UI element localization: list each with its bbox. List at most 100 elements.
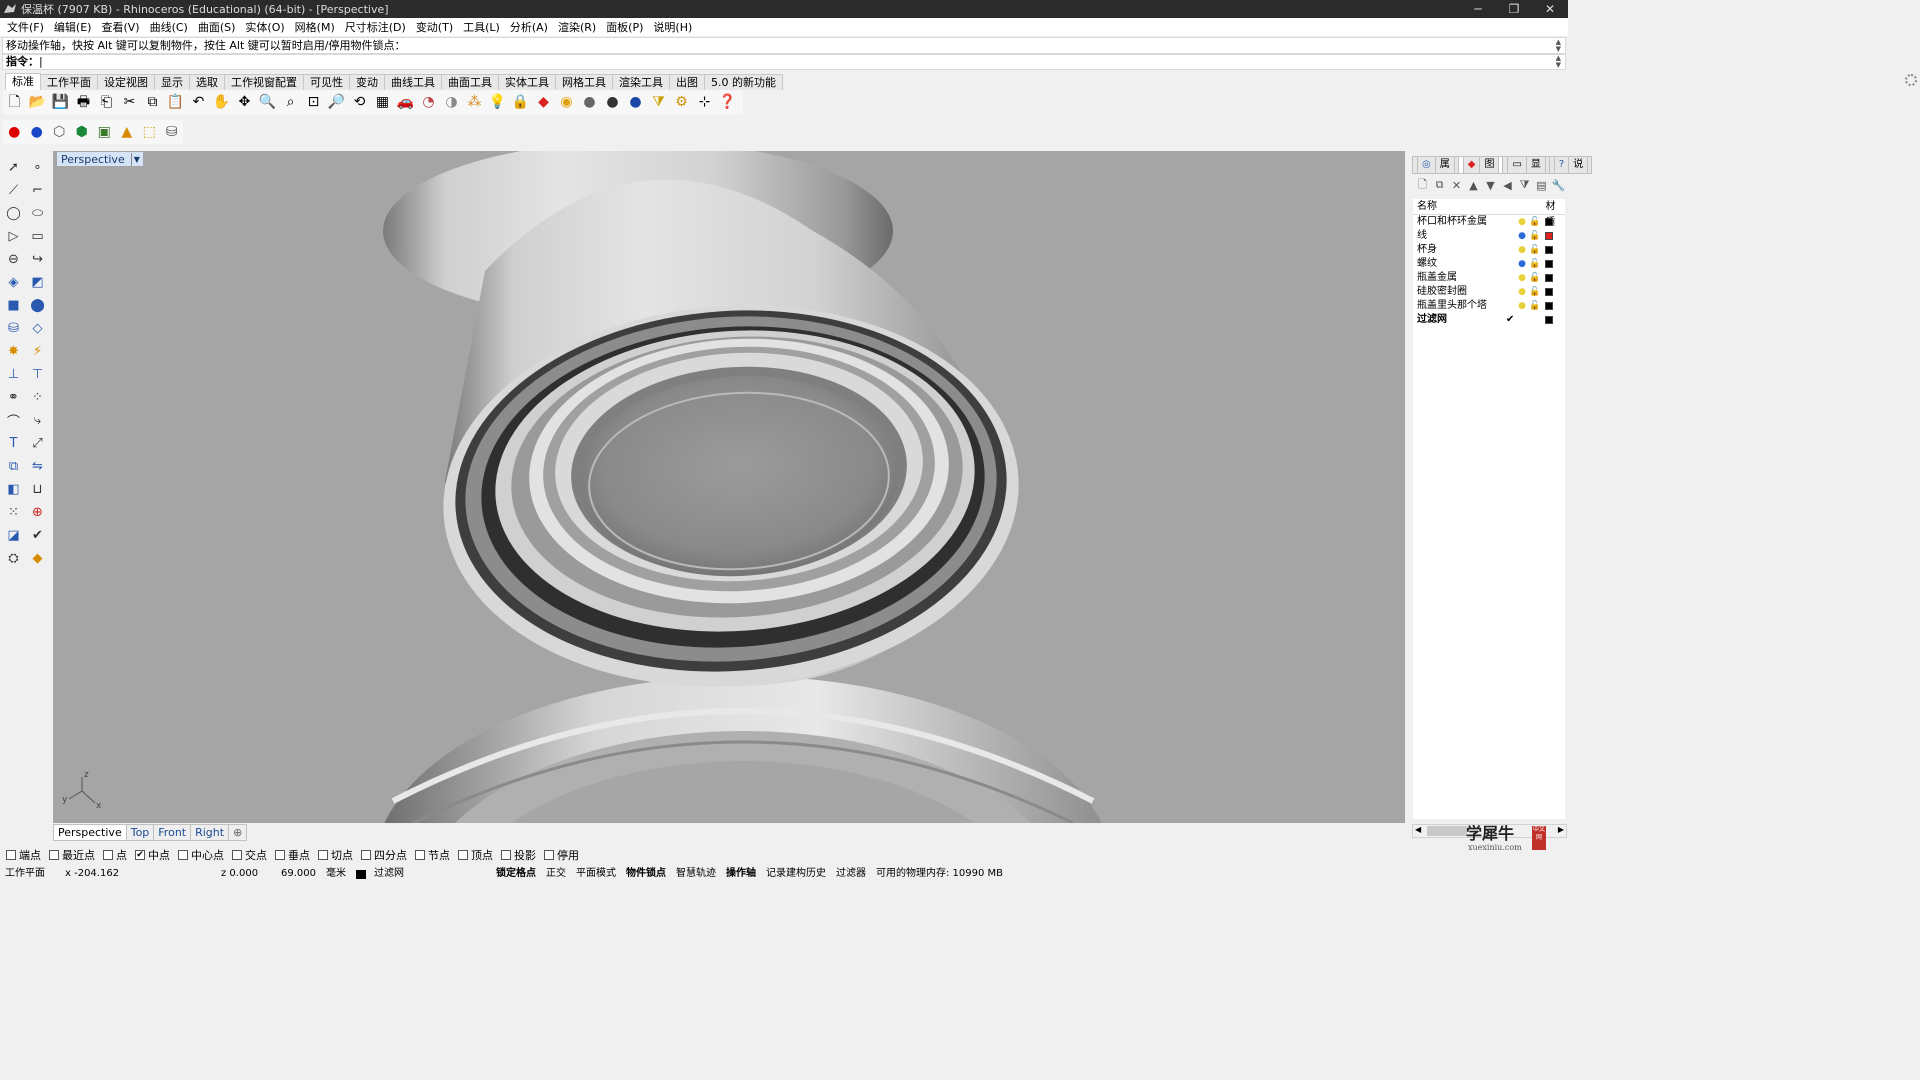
filter-layers-icon[interactable]: ⧩ bbox=[1516, 178, 1533, 192]
menu-panels[interactable]: 面板(P) bbox=[601, 19, 648, 35]
osnap-checkbox[interactable]: ✔ bbox=[135, 849, 145, 860]
zoom-selected-icon[interactable]: 🔎 bbox=[325, 91, 348, 113]
osnap-checkbox[interactable] bbox=[49, 849, 59, 860]
osnap-checkbox[interactable] bbox=[361, 849, 371, 860]
osnap-option[interactable]: 停用 bbox=[544, 847, 579, 863]
maximize-button[interactable]: ❐ bbox=[1496, 0, 1532, 18]
show-icon[interactable]: ◑ bbox=[440, 91, 463, 113]
color-wheel-icon[interactable]: ◉ bbox=[555, 91, 578, 113]
copy-icon[interactable]: ⧉ bbox=[141, 91, 164, 113]
solid-box-icon[interactable]: ◧ bbox=[2, 478, 25, 501]
scroll-left-icon[interactable]: ◀ bbox=[1415, 825, 1421, 834]
scale-icon[interactable]: ⤢ bbox=[26, 432, 49, 455]
osnap-option[interactable]: 端点 bbox=[6, 847, 41, 863]
osnap-option[interactable]: 节点 bbox=[415, 847, 450, 863]
status-filter[interactable]: 过滤器 bbox=[831, 866, 871, 882]
status-osnap[interactable]: 物件锁点 bbox=[621, 866, 671, 882]
polygon-icon[interactable]: ▷ bbox=[2, 225, 25, 248]
layer-lock-icon[interactable]: 🔓 bbox=[1528, 271, 1542, 285]
layer-visibility-bulb-icon[interactable]: ● bbox=[1516, 215, 1528, 229]
blue-sphere-icon[interactable]: ● bbox=[26, 121, 49, 143]
tab-set-view[interactable]: 设定视图 bbox=[97, 74, 155, 90]
tab-perspective[interactable]: Perspective bbox=[53, 824, 127, 841]
cone-icon[interactable]: ▲ bbox=[116, 121, 139, 143]
polyline-icon[interactable]: ⟋ bbox=[2, 179, 25, 202]
rendered-sphere-icon[interactable]: ● bbox=[601, 91, 624, 113]
scrollbar-thumb[interactable] bbox=[1427, 826, 1467, 836]
menu-mesh[interactable]: 网格(M) bbox=[290, 19, 340, 35]
move-to-parent-icon[interactable]: ◀ bbox=[1499, 179, 1516, 192]
osnap-checkbox[interactable] bbox=[544, 849, 554, 860]
osnap-option[interactable]: 四分点 bbox=[361, 847, 407, 863]
dimension-icon[interactable]: ⊔ bbox=[26, 478, 49, 501]
tab-select[interactable]: 选取 bbox=[189, 74, 225, 90]
analyze-icon[interactable]: ◪ bbox=[2, 524, 25, 547]
move-up-icon[interactable]: ▲ bbox=[1465, 179, 1482, 192]
layer-visibility-bulb-icon[interactable]: ● bbox=[1516, 271, 1528, 285]
status-record-history[interactable]: 记录建构历史 bbox=[761, 866, 831, 882]
boolean-union-icon[interactable]: ⬤ bbox=[26, 294, 49, 317]
osnap-option[interactable]: 交点 bbox=[232, 847, 267, 863]
status-gumball[interactable]: 操作轴 bbox=[721, 866, 761, 882]
tab-layers[interactable]: ◆ 图 bbox=[1457, 156, 1504, 174]
osnap-option[interactable]: 投影 bbox=[501, 847, 536, 863]
menu-surface[interactable]: 曲面(S) bbox=[193, 19, 241, 35]
layer-row[interactable]: 硅胶密封圈 ● 🔓 bbox=[1413, 285, 1565, 299]
layer-name[interactable]: 线 bbox=[1413, 229, 1506, 243]
lock-icon[interactable]: 🔒 bbox=[509, 91, 532, 113]
surface-from-points-icon[interactable]: ◈ bbox=[2, 271, 25, 294]
box-icon[interactable]: ⬡ bbox=[48, 121, 71, 143]
osnap-icon[interactable]: ⊹ bbox=[693, 91, 716, 113]
status-grid-snap[interactable]: 锁定格点 bbox=[491, 866, 541, 882]
status-layer[interactable]: 过滤网 bbox=[351, 866, 491, 882]
point-icon[interactable]: ∘ bbox=[26, 156, 49, 179]
layer-row[interactable]: 线 ● 🔓 bbox=[1413, 229, 1565, 243]
osnap-option[interactable]: 垂点 bbox=[275, 847, 310, 863]
cut-icon[interactable]: ✂ bbox=[118, 91, 141, 113]
layer-color-swatch[interactable] bbox=[1545, 316, 1553, 324]
chamfer-icon[interactable]: ⤷ bbox=[26, 409, 49, 432]
osnap-option[interactable]: 点 bbox=[103, 847, 127, 863]
help-icon[interactable]: ❓ bbox=[716, 91, 739, 113]
current-layer-check-icon[interactable]: ✔ bbox=[1506, 313, 1516, 327]
shade-sphere-icon[interactable]: ● bbox=[578, 91, 601, 113]
lightbulb-icon[interactable]: 💡 bbox=[486, 91, 509, 113]
layer-visibility-bulb-icon[interactable]: ● bbox=[1516, 299, 1528, 313]
tab-right[interactable]: Right bbox=[190, 824, 230, 841]
viewport-title[interactable]: Perspective ▼ bbox=[57, 152, 143, 166]
new-sublayer-icon[interactable]: ⧉ bbox=[1431, 178, 1448, 192]
materials-icon[interactable]: ⬢ bbox=[71, 121, 94, 143]
layer-name[interactable]: 螺纹 bbox=[1413, 257, 1506, 271]
minimize-button[interactable]: ─ bbox=[1460, 0, 1496, 18]
new-file-icon[interactable]: 🗋 bbox=[3, 91, 26, 113]
texture-mapping-icon[interactable]: ▣ bbox=[93, 121, 116, 143]
tab-display-panel[interactable]: ▭ 显 bbox=[1502, 156, 1550, 174]
layer-tools-icon[interactable]: ▤ bbox=[1533, 179, 1550, 192]
hide-icon[interactable]: ◔ bbox=[417, 91, 440, 113]
layer-lock-icon[interactable]: 🔓 bbox=[1528, 215, 1542, 229]
move-down-icon[interactable]: ▼ bbox=[1482, 179, 1499, 192]
delete-layer-icon[interactable]: ✕ bbox=[1448, 179, 1465, 192]
tab-surface-tools[interactable]: 曲面工具 bbox=[441, 74, 499, 90]
undo-icon[interactable]: ↶ bbox=[187, 91, 210, 113]
tab-viewport-layout[interactable]: 工作视窗配置 bbox=[224, 74, 304, 90]
layer-visibility-bulb-icon[interactable]: ● bbox=[1516, 257, 1528, 271]
box-solid-icon[interactable]: ■ bbox=[2, 294, 25, 317]
scroll-down-icon[interactable]: ▼ bbox=[1556, 46, 1561, 53]
menu-view[interactable]: 查看(V) bbox=[96, 19, 144, 35]
paste-icon[interactable]: 📋 bbox=[164, 91, 187, 113]
osnap-checkbox[interactable] bbox=[232, 849, 242, 860]
select-arrow-icon[interactable]: ➚ bbox=[2, 156, 25, 179]
check-icon[interactable]: ✔ bbox=[26, 524, 49, 547]
scroll-right-icon[interactable]: ▶ bbox=[1558, 825, 1564, 834]
osnap-option[interactable]: 顶点 bbox=[458, 847, 493, 863]
layer-visibility-bulb-icon[interactable]: ● bbox=[1516, 285, 1528, 299]
rectangle-icon[interactable]: ▭ bbox=[26, 225, 49, 248]
osnap-option[interactable]: 最近点 bbox=[49, 847, 95, 863]
layer-lock-icon[interactable]: 🔓 bbox=[1528, 299, 1542, 313]
osnap-checkbox[interactable] bbox=[415, 849, 425, 860]
menu-help[interactable]: 说明(H) bbox=[648, 19, 697, 35]
gumball-icon[interactable]: ⊕ bbox=[26, 501, 49, 524]
red-sphere-icon[interactable]: ● bbox=[3, 121, 26, 143]
layer-name[interactable]: 瓶盖里头那个塔 bbox=[1413, 299, 1506, 313]
